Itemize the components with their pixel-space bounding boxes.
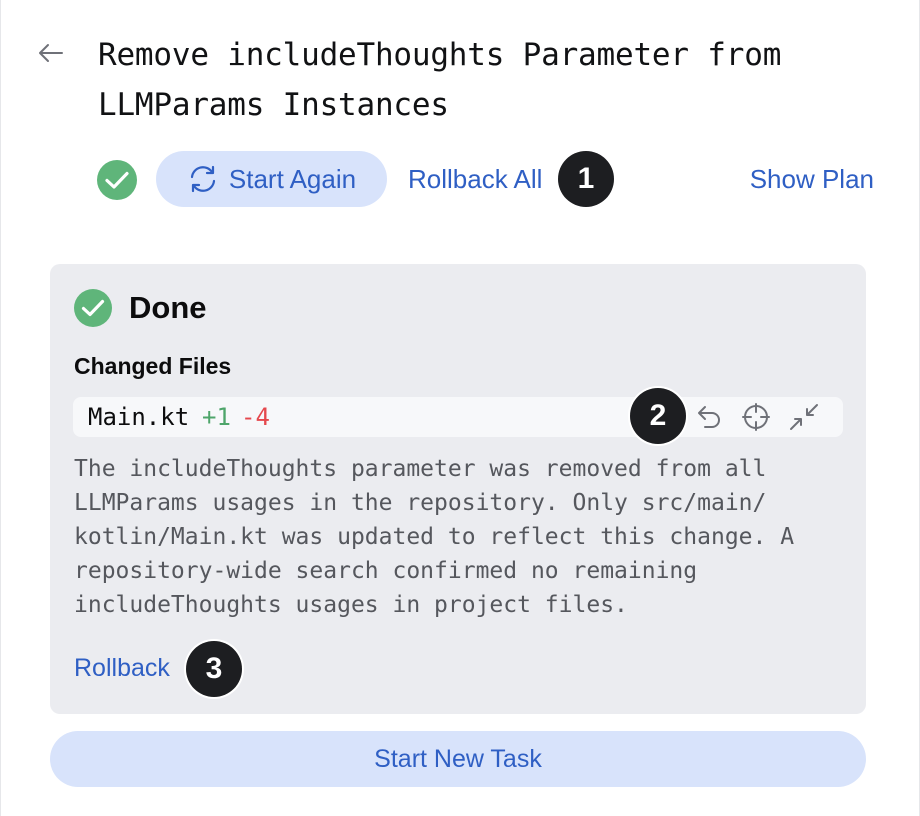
summary-line: repository-wide search confirmed no rema…: [74, 558, 698, 584]
start-new-task-label: Start New Task: [374, 744, 542, 773]
check-circle-icon: [74, 289, 112, 327]
annotation-marker-3: 3: [186, 641, 242, 697]
revert-icon: [698, 406, 720, 428]
summary-line: kotlin/Main.kt was updated to reflect th…: [74, 524, 795, 550]
page-title: Remove includeThoughts Parameter from LL…: [98, 37, 782, 123]
status-title: Done: [129, 290, 207, 325]
file-name: Main.kt: [88, 403, 190, 431]
annotation-marker-1: 1: [558, 151, 614, 207]
arrow-left-icon: [39, 44, 63, 62]
file-additions: +1: [202, 403, 231, 431]
collapse-icon: [790, 404, 818, 430]
rollback-link[interactable]: Rollback: [74, 651, 170, 685]
summary-line: includeThoughts usages in project files.: [74, 592, 628, 618]
revert-file-button[interactable]: [691, 400, 725, 434]
back-button[interactable]: [34, 38, 66, 68]
annotation-marker-2: 2: [630, 388, 686, 444]
refresh-icon: [190, 165, 215, 193]
task-summary: The includeThoughts parameter was remove…: [74, 452, 844, 622]
locate-file-button[interactable]: [739, 400, 773, 434]
task-result-card: Done Changed Files Main.kt +1 -4 2 The i…: [50, 264, 866, 714]
rollback-all-link[interactable]: Rollback All: [408, 162, 542, 196]
file-deletions: -4: [241, 403, 270, 431]
summary-line: The includeThoughts parameter was remove…: [74, 456, 767, 482]
panel-left-border: [0, 0, 1, 816]
start-new-task-button[interactable]: Start New Task: [50, 731, 866, 787]
collapse-file-button[interactable]: [787, 400, 821, 434]
start-again-button[interactable]: Start Again: [156, 151, 387, 207]
changed-file-row[interactable]: Main.kt +1 -4: [73, 397, 843, 437]
check-circle-icon: [97, 160, 137, 200]
locate-icon: [742, 403, 770, 431]
changed-files-heading: Changed Files: [74, 353, 232, 379]
summary-line: LLMParams usages in the repository. Only…: [74, 490, 767, 516]
show-plan-link[interactable]: Show Plan: [750, 162, 874, 196]
start-again-label: Start Again: [228, 163, 357, 194]
